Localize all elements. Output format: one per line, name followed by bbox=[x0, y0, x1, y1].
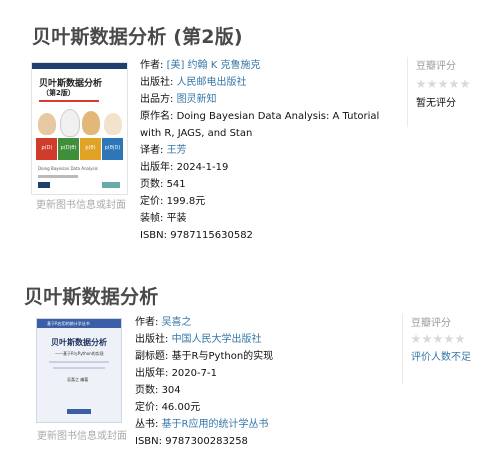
pages-value: 541 bbox=[166, 179, 186, 190]
info-original-title-row: 原作名: Doing Bayesian Data Analysis: A Tut… bbox=[140, 111, 380, 139]
book-title[interactable]: 贝叶斯数据分析 (第2版) bbox=[32, 22, 243, 49]
author-link[interactable]: 吴喜之 bbox=[162, 317, 192, 328]
cover-series-label: 基于R应用的统计学丛书 bbox=[47, 321, 90, 326]
rating-panel: 豆瓣评分 评价人数不足 bbox=[402, 314, 493, 384]
info-translator-row: 译者: 王芳 bbox=[140, 145, 187, 156]
dog-illustration bbox=[82, 111, 100, 135]
publisher-link[interactable]: 中国人民大学出版社 bbox=[172, 334, 262, 345]
info-isbn-row: ISBN: 9787115630582 bbox=[140, 230, 253, 241]
update-book-info-link[interactable]: 更新图书信息或封面 bbox=[36, 196, 126, 211]
book-cover[interactable]: 贝叶斯数据分析 （第2版） p(D) p(D|θ) p(θ) p(θ|D) Do… bbox=[31, 62, 128, 195]
info-subtitle-row: 副标题: 基于R与Python的实现 bbox=[135, 351, 274, 362]
rating-note: 暂无评分 bbox=[416, 98, 456, 109]
star-empty-icon bbox=[416, 79, 426, 89]
cover-panel-label: p(D|θ) bbox=[60, 145, 77, 151]
author-link[interactable]: [美] 约翰 K 克鲁施克 bbox=[167, 60, 261, 71]
publisher-logo bbox=[67, 409, 91, 414]
star-empty-icon bbox=[460, 79, 470, 89]
info-publisher-row: 出版社: 中国人民大学出版社 bbox=[135, 334, 262, 345]
cover-subtitle-en: Doing Bayesian Data Analysis bbox=[38, 166, 98, 171]
cover-subtitle: ——基于R与Python的实现 bbox=[55, 351, 104, 356]
star-empty-icon bbox=[411, 334, 421, 344]
cover-panel-label: p(D) bbox=[41, 145, 53, 151]
pages-value: 304 bbox=[161, 385, 181, 396]
original-title: Doing Bayesian Data Analysis: A Tutorial… bbox=[140, 111, 380, 139]
dog-illustration bbox=[104, 113, 122, 135]
info-price-row: 定价: 46.00元 bbox=[135, 402, 201, 413]
star-empty-icon bbox=[455, 334, 465, 344]
rating-title: 豆瓣评分 bbox=[411, 318, 451, 329]
cover-title: 贝叶斯数据分析 bbox=[51, 338, 107, 347]
info-producer-row: 出品方: 图灵新知 bbox=[140, 94, 217, 105]
rating-note-link[interactable]: 评价人数不足 bbox=[411, 348, 471, 363]
rating-title: 豆瓣评分 bbox=[416, 61, 456, 72]
producer-link[interactable]: 图灵新知 bbox=[177, 94, 217, 105]
star-empty-icon bbox=[449, 79, 459, 89]
book-entry-2: 贝叶斯数据分析 基于R应用的统计学丛书 贝叶斯数据分析 ——基于R与Python… bbox=[0, 270, 499, 475]
rating-panel: 豆瓣评分 暂无评分 bbox=[407, 57, 493, 127]
info-binding-row: 装帧: 平装 bbox=[140, 213, 187, 224]
info-publisher-row: 出版社: 人民邮电出版社 bbox=[140, 77, 247, 88]
star-empty-icon bbox=[422, 334, 432, 344]
series-link[interactable]: 基于R应用的统计学丛书 bbox=[162, 419, 269, 430]
cover-panel-label: p(θ|D) bbox=[104, 145, 121, 151]
price-value: 199.8元 bbox=[166, 196, 206, 207]
info-pages-row: 页数: 541 bbox=[140, 179, 186, 190]
binding-value: 平装 bbox=[166, 213, 187, 224]
publisher-logo bbox=[102, 182, 120, 188]
isbn-value: 9787115630582 bbox=[170, 230, 253, 241]
book-title[interactable]: 贝叶斯数据分析 bbox=[24, 282, 158, 309]
info-author-row: 作者: [美] 约翰 K 克鲁施克 bbox=[140, 60, 261, 71]
book-cover[interactable]: 基于R应用的统计学丛书 贝叶斯数据分析 ——基于R与Python的实现 吴喜之 … bbox=[36, 318, 122, 423]
star-empty-icon bbox=[433, 334, 443, 344]
star-empty-icon bbox=[427, 79, 437, 89]
book-info: 作者: 吴喜之 出版社: 中国人民大学出版社 副标题: 基于R与Python的实… bbox=[135, 314, 385, 450]
pubyear-value: 2020-7-1 bbox=[171, 368, 217, 379]
info-pubyear-row: 出版年: 2024-1-19 bbox=[140, 162, 229, 173]
isbn-value: 9787300283258 bbox=[165, 436, 248, 447]
info-pubyear-row: 出版年: 2020-7-1 bbox=[135, 368, 217, 379]
cover-edition: （第2版） bbox=[42, 89, 75, 97]
star-empty-icon bbox=[444, 334, 454, 344]
info-price-row: 定价: 199.8元 bbox=[140, 196, 206, 207]
book-entry-1: 贝叶斯数据分析 (第2版) 贝叶斯数据分析 （第2版） p(D) p(D|θ) … bbox=[0, 0, 499, 250]
info-isbn-row: ISBN: 9787300283258 bbox=[135, 436, 248, 447]
cover-author: 吴喜之 编著 bbox=[67, 377, 89, 382]
star-empty-icon bbox=[438, 79, 448, 89]
dog-illustration bbox=[60, 109, 80, 137]
rating-stars bbox=[416, 79, 470, 89]
update-book-info-link[interactable]: 更新图书信息或封面 bbox=[37, 427, 127, 442]
book-info: 作者: [美] 约翰 K 克鲁施克 出版社: 人民邮电出版社 出品方: 图灵新知… bbox=[140, 57, 390, 244]
dog-illustration bbox=[38, 113, 56, 135]
info-author-row: 作者: 吴喜之 bbox=[135, 317, 192, 328]
subtitle-value: 基于R与Python的实现 bbox=[171, 351, 274, 362]
price-value: 46.00元 bbox=[161, 402, 201, 413]
publisher-logo bbox=[38, 182, 50, 188]
pubyear-value: 2024-1-19 bbox=[176, 162, 229, 173]
info-series-row: 丛书: 基于R应用的统计学丛书 bbox=[135, 419, 269, 430]
translator-link[interactable]: 王芳 bbox=[167, 145, 187, 156]
cover-panel-label: p(θ) bbox=[85, 145, 96, 151]
publisher-link[interactable]: 人民邮电出版社 bbox=[177, 77, 247, 88]
info-pages-row: 页数: 304 bbox=[135, 385, 181, 396]
rating-stars bbox=[411, 334, 465, 344]
